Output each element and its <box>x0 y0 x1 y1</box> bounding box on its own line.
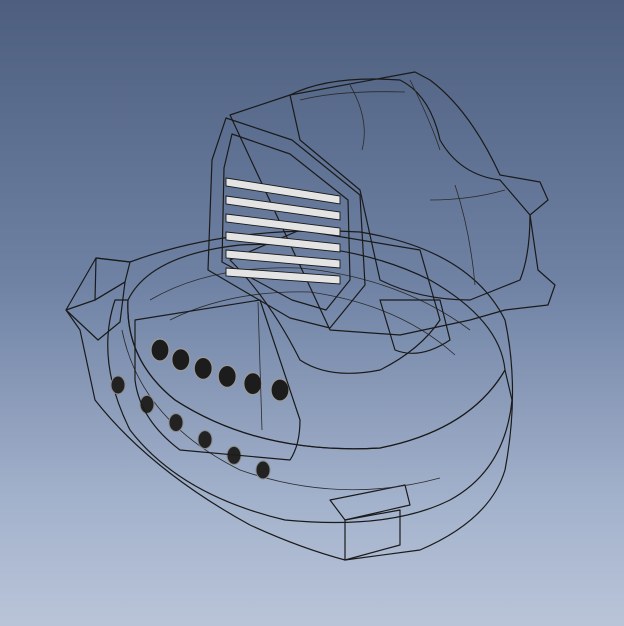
connector-rib <box>225 267 341 285</box>
connector-rib <box>225 231 341 253</box>
rim-hole <box>110 375 126 395</box>
cad-viewport[interactable] <box>0 0 624 626</box>
rim-hole <box>270 378 290 402</box>
rim-hole <box>217 364 237 388</box>
base-rim <box>107 299 513 524</box>
rim-hole <box>193 356 213 380</box>
cad-model-render[interactable] <box>0 0 624 626</box>
rim-hole <box>243 372 263 396</box>
rim-hole <box>150 338 170 362</box>
rim-hole <box>255 460 271 480</box>
connector-rib <box>225 249 341 269</box>
rim-hole <box>168 413 184 433</box>
rim-hole <box>171 348 191 372</box>
rim-hole <box>197 430 213 450</box>
